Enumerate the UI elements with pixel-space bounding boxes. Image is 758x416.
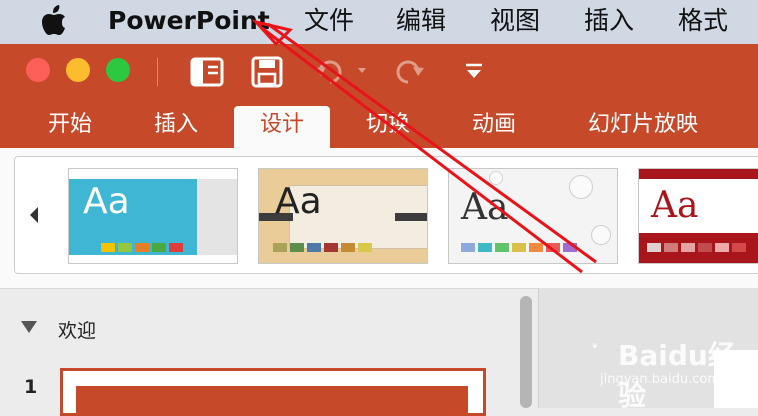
theme-sample-text: Aa <box>461 187 509 228</box>
theme-sample-text: Aa <box>275 181 322 222</box>
toolbar-divider <box>157 58 158 86</box>
save-icon[interactable] <box>250 56 284 88</box>
apple-icon[interactable] <box>40 4 72 38</box>
customize-toolbar-icon[interactable] <box>462 56 486 88</box>
slide-panel-icon[interactable] <box>190 56 224 88</box>
tab-slide-show[interactable]: 幻灯片放映 <box>568 106 718 148</box>
tab-design[interactable]: 设计 <box>234 106 330 148</box>
undo-icon[interactable] <box>312 56 372 88</box>
menu-format[interactable]: 格式 <box>678 5 728 37</box>
menu-file[interactable]: 文件 <box>304 5 354 37</box>
theme-thumbnail[interactable]: Aa <box>448 168 618 264</box>
tab-home[interactable]: 开始 <box>30 106 110 148</box>
theme-thumbnail[interactable]: Aa <box>68 168 238 264</box>
section-title[interactable]: 欢迎 <box>58 316 96 343</box>
minimize-window-button[interactable] <box>66 58 90 82</box>
section-collapse-icon[interactable] <box>20 320 38 334</box>
theme-thumbnail[interactable]: Aa <box>638 168 758 264</box>
redo-icon[interactable] <box>394 56 428 88</box>
watermark-url: jingyan.baidu.com <box>600 372 720 387</box>
theme-color-swatches <box>647 243 746 252</box>
theme-color-swatches <box>101 243 183 252</box>
theme-sample-text: Aa <box>651 185 699 226</box>
slide-number: 1 <box>24 376 38 398</box>
tab-insert[interactable]: 插入 <box>136 106 216 148</box>
theme-sample-text: Aa <box>83 181 130 222</box>
theme-color-swatches <box>461 243 577 252</box>
theme-color-swatches <box>273 243 372 252</box>
app-name-menu[interactable]: PowerPoint <box>108 5 270 37</box>
menu-edit[interactable]: 编辑 <box>396 5 446 37</box>
macos-menubar: PowerPoint 文件 编辑 视图 插入 格式 <box>0 0 758 44</box>
slide-thumbnail-content <box>76 386 468 416</box>
tab-transitions[interactable]: 切换 <box>348 106 428 148</box>
pane-scrollbar[interactable] <box>520 296 532 408</box>
close-window-button[interactable] <box>26 58 50 82</box>
gallery-left-arrow-icon[interactable] <box>28 205 40 225</box>
menu-insert[interactable]: 插入 <box>584 5 634 37</box>
zoom-window-button[interactable] <box>106 58 130 82</box>
tab-animations[interactable]: 动画 <box>454 106 534 148</box>
menu-view[interactable]: 视图 <box>490 5 540 37</box>
theme-thumbnail[interactable]: Aa <box>258 168 428 264</box>
